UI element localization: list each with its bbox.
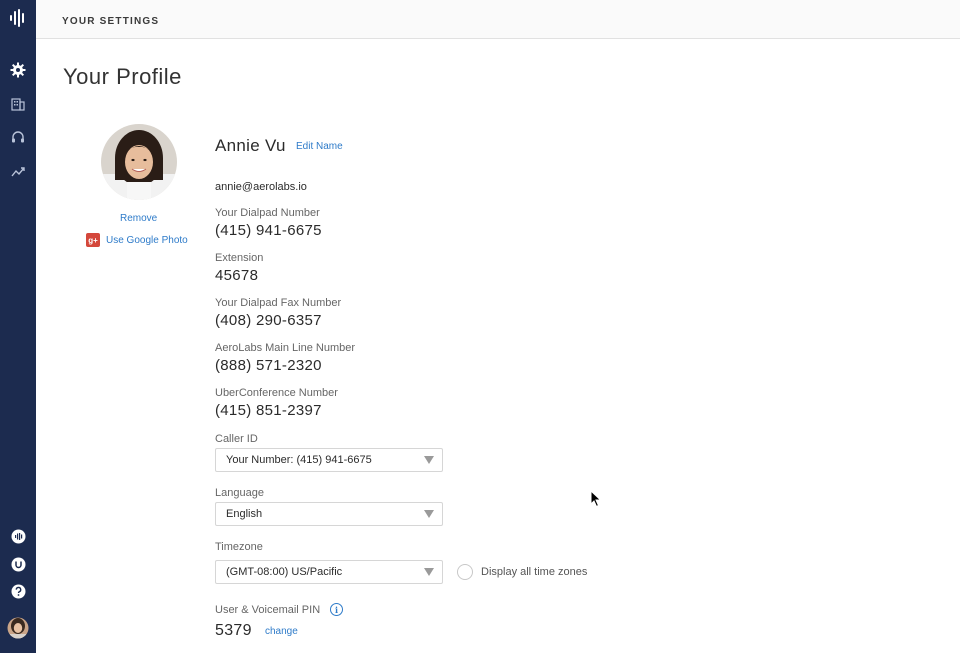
analytics-icon[interactable] bbox=[6, 160, 30, 184]
google-plus-icon[interactable]: g+ bbox=[86, 233, 100, 247]
uberconference-icon[interactable] bbox=[6, 552, 30, 576]
remove-photo-link[interactable]: Remove bbox=[120, 213, 157, 224]
help-icon[interactable] bbox=[6, 579, 30, 603]
caller-id-selected-value: Your Number: (415) 941-6675 bbox=[226, 454, 372, 466]
gear-icon[interactable] bbox=[6, 58, 30, 82]
caret-down-icon bbox=[424, 568, 434, 576]
logo-icon[interactable] bbox=[6, 6, 30, 30]
sidebar bbox=[0, 0, 36, 653]
dialpad-app-icon[interactable] bbox=[6, 524, 30, 548]
language-label: Language bbox=[215, 487, 264, 499]
profile-email: annie@aerolabs.io bbox=[215, 181, 307, 193]
caller-id-label: Caller ID bbox=[215, 433, 258, 445]
user-avatar[interactable] bbox=[5, 615, 31, 641]
pin-value: 5379 bbox=[215, 622, 252, 639]
profile-photo bbox=[101, 124, 177, 200]
headset-icon[interactable] bbox=[6, 126, 30, 150]
caret-down-icon bbox=[424, 510, 434, 518]
dialpad-number-label: Your Dialpad Number bbox=[215, 207, 320, 219]
profile-name: Annie Vu bbox=[215, 136, 286, 155]
fax-number-label: Your Dialpad Fax Number bbox=[215, 297, 342, 309]
uberconference-number-value: (415) 851-2397 bbox=[215, 402, 322, 419]
edit-name-link[interactable]: Edit Name bbox=[296, 141, 343, 152]
use-google-photo-link[interactable]: Use Google Photo bbox=[106, 235, 188, 246]
extension-label: Extension bbox=[215, 252, 264, 264]
timezone-label: Timezone bbox=[215, 541, 263, 553]
caller-id-select[interactable]: Your Number: (415) 941-6675 bbox=[215, 448, 443, 472]
fax-number-value: (408) 290-6357 bbox=[215, 312, 322, 329]
dialpad-number-value: (415) 941-6675 bbox=[215, 222, 322, 239]
page-title: Your Profile bbox=[63, 64, 182, 89]
main-line-label: AeroLabs Main Line Number bbox=[215, 342, 356, 354]
main-line-value: (888) 571-2320 bbox=[215, 357, 322, 374]
display-all-timezones-label[interactable]: Display all time zones bbox=[481, 566, 587, 578]
building-icon[interactable] bbox=[6, 92, 30, 116]
language-selected-value: English bbox=[226, 508, 263, 520]
pin-label: User & Voicemail PIN bbox=[215, 604, 321, 616]
top-bar: YOUR SETTINGS bbox=[36, 0, 960, 39]
extension-value: 45678 bbox=[215, 267, 259, 284]
uberconference-number-label: UberConference Number bbox=[215, 387, 338, 399]
info-icon[interactable]: i bbox=[330, 603, 343, 616]
language-select[interactable]: English bbox=[215, 502, 443, 526]
timezone-selected-value: (GMT-08:00) US/Pacific bbox=[226, 566, 343, 578]
change-pin-link[interactable]: change bbox=[265, 626, 298, 637]
mouse-cursor-icon bbox=[590, 489, 602, 513]
settings-header-title: YOUR SETTINGS bbox=[62, 16, 160, 27]
caret-down-icon bbox=[424, 456, 434, 464]
timezone-select[interactable]: (GMT-08:00) US/Pacific bbox=[215, 560, 443, 584]
display-all-timezones-radio[interactable] bbox=[457, 564, 473, 580]
